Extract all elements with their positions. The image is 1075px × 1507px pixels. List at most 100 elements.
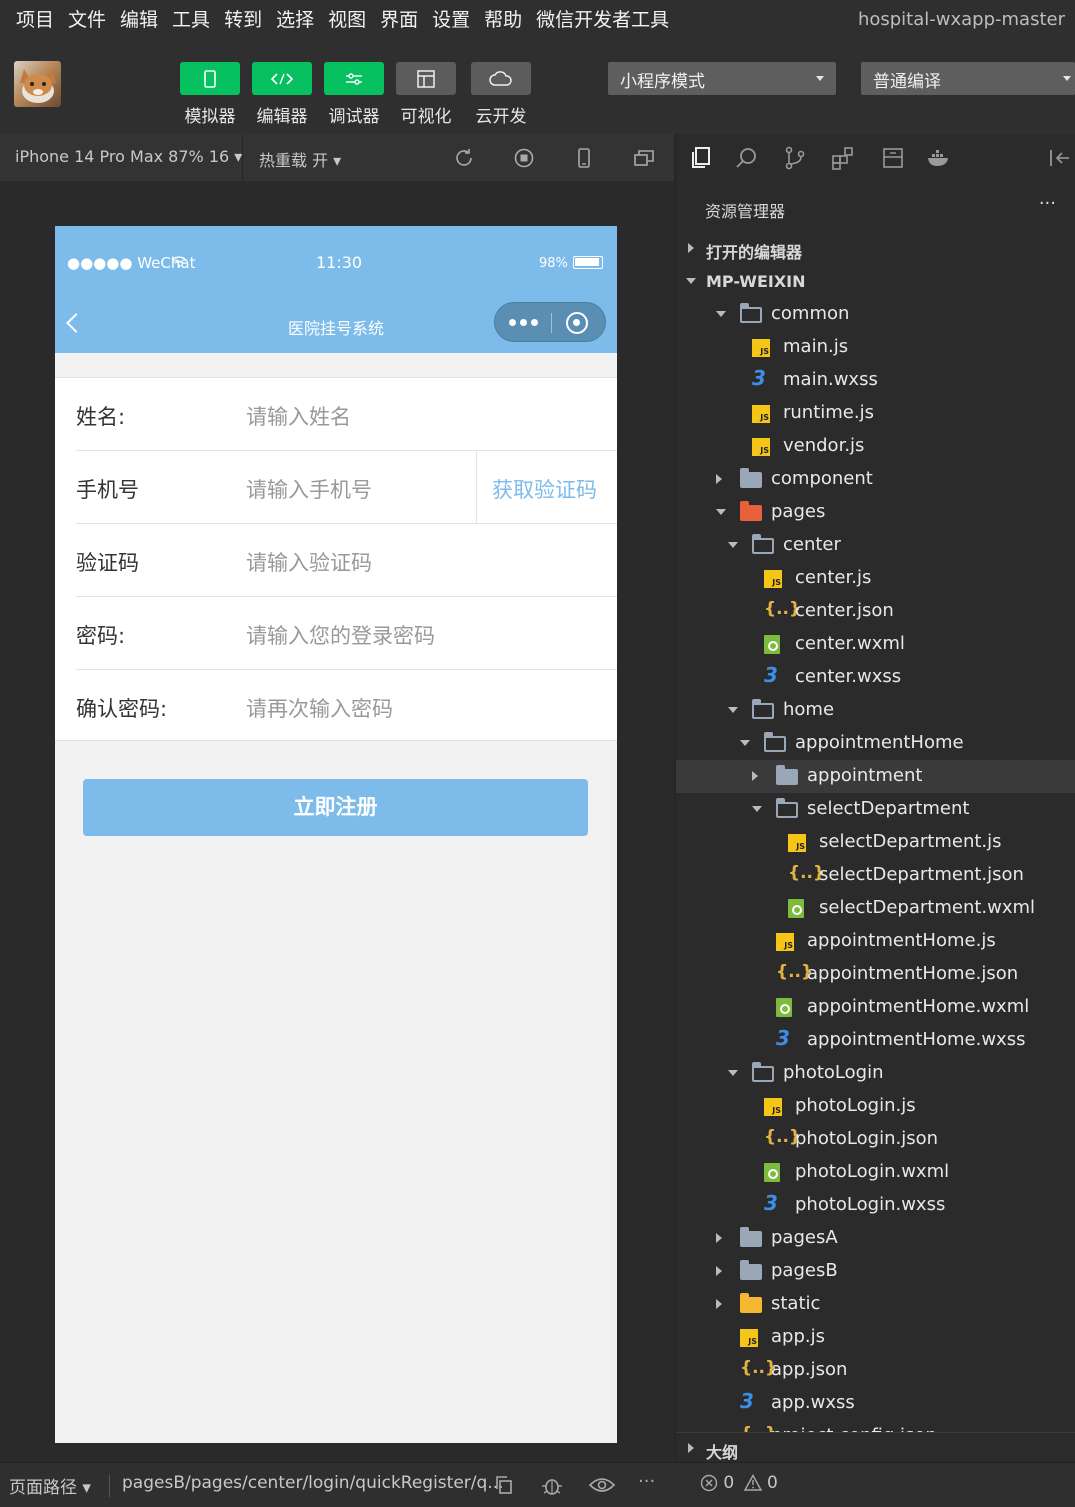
menu-item-file[interactable]: 文件 bbox=[68, 8, 106, 32]
tree-folder[interactable]: component bbox=[676, 463, 1075, 496]
chevron-down-icon[interactable] bbox=[716, 311, 726, 317]
tree-file[interactable]: 3 appointmentHome.wxss bbox=[676, 1024, 1075, 1057]
get-code-button[interactable]: 获取验证码 bbox=[476, 451, 617, 524]
docker-icon[interactable] bbox=[926, 145, 952, 171]
menu-item-wechat-devtools[interactable]: 微信开发者工具 bbox=[536, 8, 669, 32]
tree-folder[interactable]: common bbox=[676, 298, 1075, 331]
tree-file[interactable]: {..}project.config.json bbox=[676, 1420, 1075, 1432]
tree-file[interactable]: appointmentHome.wxml bbox=[676, 991, 1075, 1024]
multi-window-icon[interactable] bbox=[633, 147, 655, 169]
tree-file[interactable]: 3 main.wxss bbox=[676, 364, 1075, 397]
tree-file[interactable]: 3 center.wxss bbox=[676, 661, 1075, 694]
register-button[interactable]: 立即注册 bbox=[83, 779, 588, 836]
editor-button[interactable] bbox=[252, 62, 312, 95]
chevron-down-icon[interactable] bbox=[728, 542, 738, 548]
name-input[interactable]: 请输入姓名 bbox=[246, 401, 351, 431]
chevron-down-icon[interactable] bbox=[740, 740, 750, 746]
chevron-right-icon[interactable] bbox=[716, 1299, 722, 1309]
eye-icon[interactable] bbox=[589, 1475, 615, 1495]
chevron-down-icon[interactable] bbox=[728, 707, 738, 713]
tree-folder[interactable]: appointmentHome bbox=[676, 727, 1075, 760]
bug-icon[interactable] bbox=[540, 1473, 564, 1497]
chevron-down-icon[interactable] bbox=[716, 509, 726, 515]
menu-item-project[interactable]: 项目 bbox=[16, 8, 54, 32]
open-editors-label: 打开的编辑器 bbox=[706, 243, 803, 262]
tree-folder[interactable]: center bbox=[676, 529, 1075, 562]
storage-icon[interactable] bbox=[880, 145, 906, 171]
extensions-icon[interactable] bbox=[830, 145, 856, 171]
tree-file[interactable]: photoLogin.wxml bbox=[676, 1156, 1075, 1189]
tree-folder[interactable]: pagesB bbox=[676, 1255, 1075, 1288]
password-input[interactable]: 请输入您的登录密码 bbox=[246, 620, 435, 650]
tree-file[interactable]: {..} appointmentHome.json bbox=[676, 958, 1075, 991]
tree-file[interactable]: JS appointmentHome.js bbox=[676, 925, 1075, 958]
tree-file[interactable]: selectDepartment.wxml bbox=[676, 892, 1075, 925]
tree-file[interactable]: JS center.js bbox=[676, 562, 1075, 595]
more-icon[interactable]: ··· bbox=[1039, 193, 1056, 214]
menu-item-view[interactable]: 视图 bbox=[328, 8, 366, 32]
tree-file[interactable]: center.wxml bbox=[676, 628, 1075, 661]
device-select[interactable]: iPhone 14 Pro Max 87% 16 ▾ bbox=[15, 147, 242, 166]
simulator-button[interactable] bbox=[180, 62, 240, 95]
chevron-right-icon[interactable] bbox=[752, 771, 758, 781]
menu-item-goto[interactable]: 转到 bbox=[224, 8, 262, 32]
tree-file[interactable]: JS photoLogin.js bbox=[676, 1090, 1075, 1123]
git-icon[interactable] bbox=[782, 145, 808, 171]
tree-folder[interactable]: pages bbox=[676, 496, 1075, 529]
tree-folder[interactable]: home bbox=[676, 694, 1075, 727]
cloud-dev-button[interactable] bbox=[471, 62, 531, 95]
debugger-button[interactable] bbox=[324, 62, 384, 95]
tree-file[interactable]: JS main.js bbox=[676, 331, 1075, 364]
stop-icon[interactable] bbox=[513, 147, 535, 169]
chevron-down-icon[interactable] bbox=[728, 1070, 738, 1076]
tree-file[interactable]: JS app.js bbox=[676, 1321, 1075, 1354]
open-editors-section[interactable]: 打开的编辑器 bbox=[676, 232, 1075, 265]
chevron-right-icon[interactable] bbox=[716, 474, 722, 484]
search-icon[interactable] bbox=[734, 145, 760, 171]
tree-folder[interactable]: appointment bbox=[676, 760, 1075, 793]
folder-icon bbox=[740, 1227, 762, 1247]
page-path-select[interactable]: 页面路径 ▾ bbox=[9, 1473, 91, 1498]
more-icon[interactable] bbox=[509, 319, 538, 326]
tree-file[interactable]: {..} photoLogin.json bbox=[676, 1123, 1075, 1156]
tree-file[interactable]: JS vendor.js bbox=[676, 430, 1075, 463]
problems-indicator[interactable]: 0 0 bbox=[700, 1473, 778, 1493]
tree-file[interactable]: JS runtime.js bbox=[676, 397, 1075, 430]
tree-file[interactable]: 3 app.wxss bbox=[676, 1387, 1075, 1420]
more-icon[interactable]: ··· bbox=[638, 1471, 655, 1492]
menu-item-tools[interactable]: 工具 bbox=[172, 8, 210, 32]
tree-folder[interactable]: selectDepartment bbox=[676, 793, 1075, 826]
phone-icon[interactable] bbox=[573, 147, 595, 169]
tree-folder[interactable]: pagesA bbox=[676, 1222, 1075, 1255]
tree-folder[interactable]: static bbox=[676, 1288, 1075, 1321]
avatar[interactable] bbox=[14, 61, 61, 107]
confirm-password-input[interactable]: 请再次输入密码 bbox=[246, 693, 393, 723]
tree-file[interactable]: {..} selectDepartment.json bbox=[676, 859, 1075, 892]
menu-item-edit[interactable]: 编辑 bbox=[120, 8, 158, 32]
phone-input[interactable]: 请输入手机号 bbox=[246, 474, 372, 504]
refresh-icon[interactable] bbox=[453, 147, 475, 169]
tree-folder[interactable]: photoLogin bbox=[676, 1057, 1075, 1090]
tree-file[interactable]: {..} center.json bbox=[676, 595, 1075, 628]
menu-item-help[interactable]: 帮助 bbox=[484, 8, 522, 32]
close-mini-program-icon[interactable] bbox=[566, 312, 588, 334]
tree-file[interactable]: 3 photoLogin.wxss bbox=[676, 1189, 1075, 1222]
files-icon[interactable] bbox=[688, 145, 714, 171]
chevron-right-icon[interactable] bbox=[716, 1233, 722, 1243]
code-input[interactable]: 请输入验证码 bbox=[246, 547, 372, 577]
menu-item-interface[interactable]: 界面 bbox=[380, 8, 418, 32]
tree-file[interactable]: JS selectDepartment.js bbox=[676, 826, 1075, 859]
chevron-right-icon[interactable] bbox=[716, 1266, 722, 1276]
project-section[interactable]: MP-WEIXIN bbox=[676, 265, 1075, 298]
menu-item-settings[interactable]: 设置 bbox=[432, 8, 470, 32]
visual-button[interactable] bbox=[396, 62, 456, 95]
compile-select[interactable]: 普通编译 bbox=[861, 62, 1075, 95]
menu-item-select[interactable]: 选择 bbox=[276, 8, 314, 32]
tree-file[interactable]: {..} app.json bbox=[676, 1354, 1075, 1387]
mode-select[interactable]: 小程序模式 bbox=[608, 62, 836, 95]
outline-section[interactable]: 大纲 bbox=[676, 1432, 1075, 1462]
copy-icon[interactable] bbox=[494, 1475, 514, 1495]
hot-reload-toggle[interactable]: 热重载 开 ▾ bbox=[259, 147, 341, 171]
collapse-panel-icon[interactable] bbox=[1046, 145, 1072, 171]
chevron-down-icon[interactable] bbox=[752, 806, 762, 812]
